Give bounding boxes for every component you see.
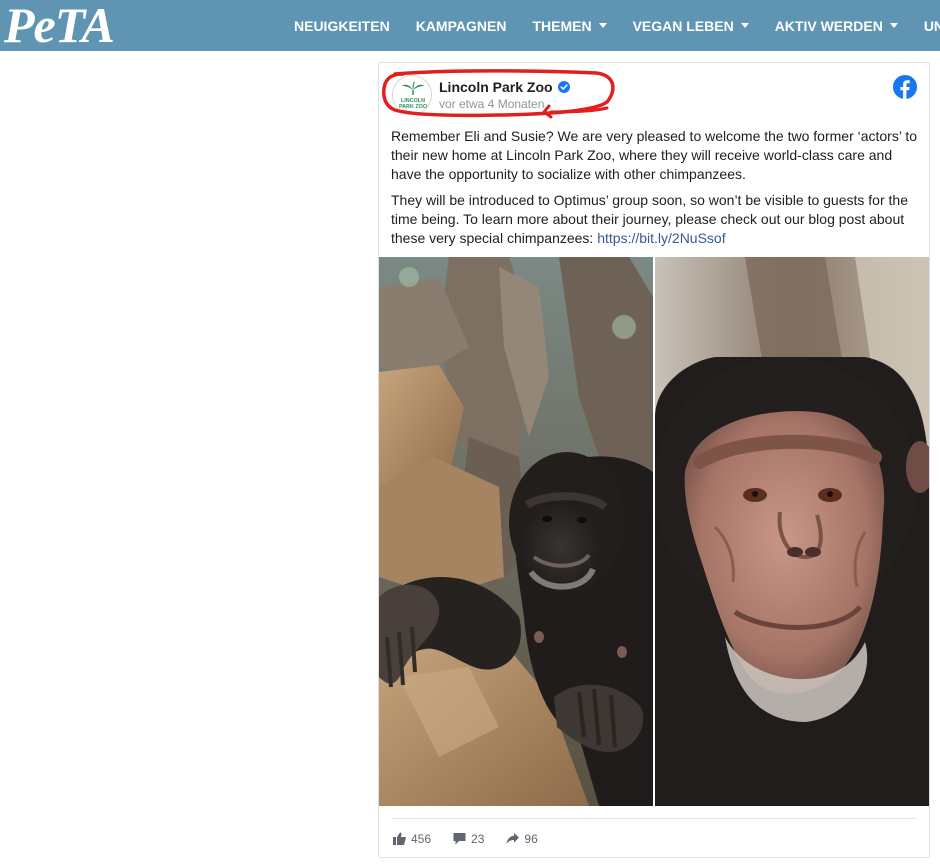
avatar-text-line-2: PARK ZOO <box>399 104 427 110</box>
peta-logo[interactable]: PeTA <box>4 0 115 51</box>
comment-count[interactable]: 23 <box>453 832 484 846</box>
chimpanzee-photo-left[interactable] <box>379 257 653 806</box>
post-footer: 456 23 96 <box>391 818 917 858</box>
share-icon <box>506 833 520 844</box>
nav-item-label: THEMEN <box>532 17 592 34</box>
comment-icon <box>453 833 466 845</box>
site-header: PeTA NEUIGKEITEN KAMPAGNEN THEMEN VEGAN … <box>0 0 940 51</box>
post-timestamp[interactable]: vor etwa 4 Monaten <box>439 97 544 111</box>
chevron-down-icon <box>598 23 607 28</box>
nav-item-unternehmen[interactable]: UNTE <box>924 18 940 34</box>
lincoln-park-zoo-logo-icon: LINCOLN PARK ZOO <box>393 76 431 114</box>
nav-item-label: NEUIGKEITEN <box>294 17 390 34</box>
nav-item-label: KAMPAGNEN <box>415 17 507 34</box>
nav-item-aktiv-werden[interactable]: AKTIV WERDEN <box>775 18 898 34</box>
share-count[interactable]: 96 <box>506 831 538 846</box>
thumbs-up-icon <box>393 832 406 845</box>
nav-item-themen[interactable]: THEMEN <box>532 17 607 34</box>
main-nav: NEUIGKEITEN KAMPAGNEN THEMEN VEGAN LEBEN… <box>294 0 940 51</box>
share-count-value: 96 <box>524 831 538 846</box>
chevron-down-icon <box>889 23 898 28</box>
facebook-post-embed: LINCOLN PARK ZOO Lincoln Park Zoo vor et… <box>378 62 930 858</box>
comment-count-value: 23 <box>471 831 485 846</box>
nav-item-label: AKTIV WERDEN <box>774 17 883 34</box>
page-name-link[interactable]: Lincoln Park Zoo <box>439 79 570 95</box>
nav-item-vegan-leben[interactable]: VEGAN LEBEN <box>633 18 749 34</box>
avatar[interactable]: LINCOLN PARK ZOO <box>392 75 432 115</box>
nav-item-neuigkeiten[interactable]: NEUIGKEITEN <box>294 18 390 34</box>
nav-item-label: UNTE <box>923 17 940 34</box>
nav-item-kampagnen[interactable]: KAMPAGNEN <box>416 18 507 34</box>
post-text: Remember Eli and Susie? We are very plea… <box>391 127 919 255</box>
like-count-value: 456 <box>411 831 432 846</box>
like-count[interactable]: 456 <box>393 832 431 846</box>
chevron-down-icon <box>740 23 749 28</box>
page-name: Lincoln Park Zoo <box>439 79 553 95</box>
post-photos <box>379 257 929 806</box>
chimpanzee-photo-right[interactable] <box>655 257 929 806</box>
post-paragraph: They will be introduced to Optimus’ grou… <box>391 191 919 248</box>
verified-badge-icon <box>557 81 570 93</box>
blog-post-link[interactable]: https://bit.ly/2NuSsof <box>597 230 725 246</box>
post-paragraph: Remember Eli and Susie? We are very plea… <box>391 128 918 182</box>
facebook-icon[interactable] <box>893 75 917 99</box>
nav-item-label: VEGAN LEBEN <box>632 17 734 34</box>
